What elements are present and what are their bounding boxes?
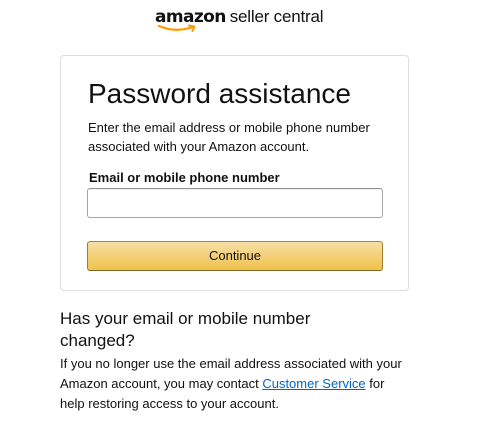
customer-service-link[interactable]: Customer Service <box>262 376 365 391</box>
email-field-label: Email or mobile phone number <box>89 170 280 185</box>
amazon-seller-central-logo[interactable]: amazon seller central <box>155 7 325 35</box>
page-title: Password assistance <box>88 78 352 109</box>
amazon-smile-icon <box>157 24 196 32</box>
page: amazon seller central Password assistanc… <box>0 0 502 441</box>
changed-heading: Has your email or mobile number changed? <box>60 309 311 350</box>
email-field[interactable] <box>87 188 383 218</box>
changed-help-text: If you no longer use the email address a… <box>60 354 410 414</box>
continue-button[interactable]: Continue <box>87 241 383 271</box>
instructions-text: Enter the email address or mobile phone … <box>88 120 370 154</box>
password-assistance-card: Password assistance Enter the email addr… <box>60 55 409 291</box>
logo-seller-central-wordmark: seller central <box>229 7 324 26</box>
